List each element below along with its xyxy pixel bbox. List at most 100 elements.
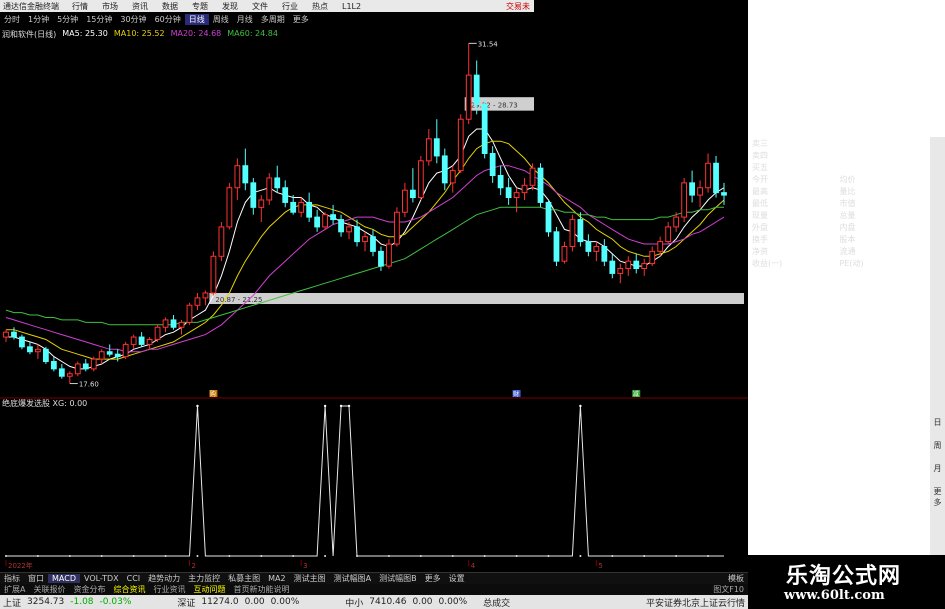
xg-zero-dot (547, 555, 550, 557)
menu-item[interactable]: 文件 (245, 1, 275, 12)
sub-tab[interactable]: 资金分布 (69, 584, 109, 595)
x-tick-label: 3 (303, 562, 307, 570)
period-button[interactable]: 周线 (209, 14, 233, 25)
info-label: 净资 (752, 246, 768, 256)
indicator-tab[interactable]: 测试幅图B (375, 573, 421, 584)
menu-item[interactable]: 发现 (215, 1, 245, 12)
sz-value: 11274.0 (201, 597, 239, 607)
candle (226, 182, 233, 230)
xg-signal-point (347, 404, 351, 408)
template-tab[interactable]: 模板 (724, 573, 748, 584)
xg-signal-line (6, 405, 724, 557)
info-row: 卖四 (752, 149, 927, 161)
candle (521, 177, 528, 200)
candle (553, 226, 560, 267)
candle (649, 246, 656, 267)
sidebar-button[interactable]: 周 (930, 440, 945, 451)
candle (370, 229, 376, 257)
menu-item[interactable]: 专题 (185, 1, 215, 12)
candle (290, 195, 297, 215)
candle (601, 239, 608, 267)
indicator-tab[interactable]: 指标 (0, 573, 24, 584)
info-label: 外盘 (752, 222, 768, 232)
period-button[interactable]: 日线 (184, 13, 209, 25)
menu-item[interactable]: 行情 (65, 1, 95, 12)
indicator-tab[interactable]: MA2 (264, 574, 289, 583)
candle (130, 334, 137, 350)
sidebar-button[interactable]: 日 (930, 417, 945, 428)
ma-line-ma20 (5, 165, 725, 353)
period-button[interactable]: 月线 (233, 14, 257, 25)
info-label: 买五 (752, 162, 768, 172)
period-button[interactable]: 60分钟 (151, 14, 185, 25)
watermark-title: 乐淘公式网 (786, 563, 902, 589)
indicator-tab[interactable]: CCI (123, 574, 145, 583)
info-label2: PE(动) (839, 258, 864, 268)
indicator-tab[interactable]: 主力监控 (184, 573, 224, 584)
indicator-tab[interactable]: 私募主图 (224, 573, 264, 584)
period-button[interactable]: 分时 (0, 14, 24, 25)
login-link[interactable]: 交易未 (506, 1, 534, 12)
kline-chart[interactable]: 27.0026.0025.0024.0023.0022.0021.0020.00… (0, 26, 748, 572)
f10-tab[interactable]: 图文F10 (709, 584, 748, 595)
candle (74, 361, 81, 377)
menu-item[interactable]: 行业 (275, 1, 305, 12)
xg-signal-point (579, 404, 582, 408)
menu-item[interactable]: L1L2 (335, 2, 368, 11)
sub-tab[interactable]: 扩展A (0, 584, 29, 595)
sub-tab[interactable]: 关联报价 (29, 584, 69, 595)
indicator-tab[interactable]: 窗口 (24, 573, 48, 584)
candle (457, 114, 464, 174)
candle (42, 346, 49, 364)
sub-tab[interactable]: 行业资讯 (149, 584, 189, 595)
candle (585, 234, 592, 257)
xg-zero-dot (4, 555, 7, 557)
sub-tab[interactable]: 互动问题 (189, 584, 229, 595)
candle (330, 204, 336, 225)
candle (513, 187, 520, 213)
menu-item[interactable]: 数据 (155, 1, 185, 12)
sh-change: -1.08 (70, 597, 94, 607)
sub-tab[interactable]: 综合资讯 (109, 584, 149, 595)
candle (545, 199, 552, 237)
watermark-banner: 乐淘公式网 www.60lt.com (748, 555, 945, 609)
indicator-tab[interactable]: MACD (48, 574, 80, 583)
candle (386, 239, 392, 269)
x-tick-label: 4 (471, 562, 476, 570)
top-right-dark-area (534, 0, 748, 26)
menu-item[interactable]: 市场 (95, 1, 125, 12)
quote-info-panel: 卖三 卖四 买五 今开 均价 最高 量比 最低 市值 203.8亿 现量 总量 外盘 内盘 换手 股本 7.96… (752, 137, 927, 269)
period-button[interactable]: 15分钟 (82, 14, 116, 25)
event-marker-label: 减 (633, 390, 639, 398)
indicator-tab[interactable]: VOL-TDX (80, 574, 123, 583)
info-label2: 流通 (839, 246, 856, 256)
sidebar-button[interactable]: 月 (930, 463, 945, 474)
candle (19, 334, 25, 350)
period-button[interactable]: 多周期 (257, 14, 289, 25)
indicator-tab[interactable]: 测试幅图A (330, 573, 375, 584)
period-button[interactable]: 5分钟 (53, 14, 82, 25)
sidebar-button[interactable]: 更多 (930, 486, 945, 508)
indicator-tab[interactable]: 测试主图 (290, 573, 330, 584)
indicator-tab[interactable]: 更多 (421, 573, 445, 584)
xg-zero-dot (196, 555, 199, 557)
sub-tab[interactable]: 首页新功能说明 (229, 584, 293, 595)
candle (58, 363, 65, 379)
info-label: 最高 (752, 186, 768, 196)
candle (577, 212, 584, 247)
xg-zero-dot (419, 555, 422, 557)
period-button[interactable]: 30分钟 (116, 14, 150, 25)
candle (593, 241, 600, 262)
info-label2: 均价 (839, 174, 856, 184)
candle (298, 197, 305, 218)
zx-pct: 0.00% (438, 597, 468, 607)
menu-item[interactable]: 热点 (305, 1, 335, 12)
indicator-tab[interactable]: 趋势动力 (144, 573, 184, 584)
indicator-tab[interactable]: 设置 (445, 573, 469, 584)
menu-item[interactable]: 资讯 (125, 1, 155, 12)
period-button[interactable]: 1分钟 (24, 14, 53, 25)
xg-zero-dot (451, 555, 454, 557)
period-button[interactable]: 更多 (289, 14, 313, 25)
candle (27, 341, 33, 355)
xg-signal-point (323, 404, 327, 408)
